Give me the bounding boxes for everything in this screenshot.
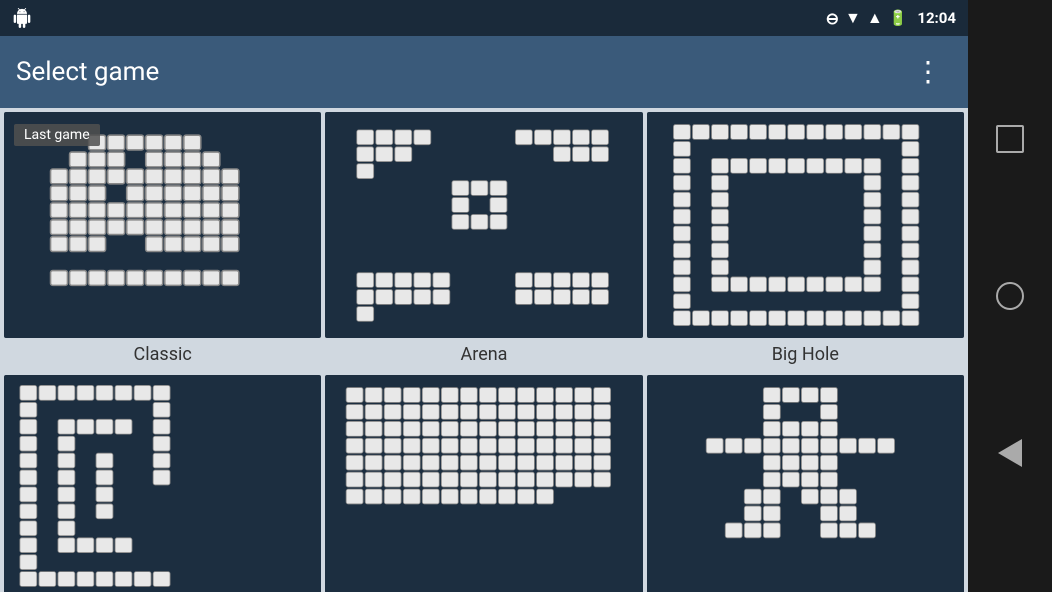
game-thumbnail-arena <box>325 112 642 338</box>
game-card-bighole[interactable]: Big Hole <box>647 112 964 371</box>
game-label-classic: Classic <box>134 338 192 371</box>
arena-grid-svg <box>325 112 642 338</box>
game-card-arena[interactable]: Arena <box>325 112 642 371</box>
last-game-badge: Last game <box>14 124 100 146</box>
page-title: Select game <box>16 57 159 87</box>
game-card-classic[interactable]: Last game <box>4 112 321 371</box>
phone-area: ⊖ ▼ ▲ 🔋 12:04 Select game ⋮ Last game <box>0 0 968 592</box>
game-thumbnail-grid <box>325 375 642 592</box>
status-bar: ⊖ ▼ ▲ 🔋 12:04 <box>0 0 968 36</box>
game-grid: Last game <box>0 108 968 592</box>
battery-icon: 🔋 <box>889 9 908 27</box>
recent-apps-button[interactable] <box>988 117 1032 161</box>
back-button[interactable] <box>988 431 1032 475</box>
android-icon <box>12 8 32 28</box>
bighole-grid-svg <box>647 112 964 338</box>
game-label-arena: Arena <box>461 338 508 371</box>
game-thumbnail-bighole <box>647 112 964 338</box>
clock: 12:04 <box>917 9 956 27</box>
game-card-grid[interactable] <box>325 375 642 592</box>
wifi-icon: ▼ <box>845 8 861 28</box>
square-icon <box>996 125 1024 153</box>
triangle-icon <box>998 439 1022 467</box>
game-label-bighole: Big Hole <box>772 338 839 371</box>
game-thumbnail-figure <box>647 375 964 592</box>
game-thumbnail-classic: Last game <box>4 112 321 338</box>
game-thumbnail-spiral <box>4 375 321 592</box>
minus-icon: ⊖ <box>826 9 839 28</box>
signal-icon: ▲ <box>867 8 883 28</box>
app-bar: Select game ⋮ <box>0 36 968 108</box>
status-bar-right: ⊖ ▼ ▲ 🔋 12:04 <box>826 8 956 28</box>
navigation-bar <box>968 0 1052 592</box>
home-button[interactable] <box>988 274 1032 318</box>
game-card-spiral[interactable] <box>4 375 321 592</box>
spiral-grid-svg <box>4 375 321 592</box>
figure-grid-svg <box>647 375 964 592</box>
circle-icon <box>996 282 1024 310</box>
game-card-figure[interactable] <box>647 375 964 592</box>
more-menu-button[interactable]: ⋮ <box>906 59 952 85</box>
status-bar-left <box>12 8 32 28</box>
grid-pattern-svg <box>325 375 642 592</box>
